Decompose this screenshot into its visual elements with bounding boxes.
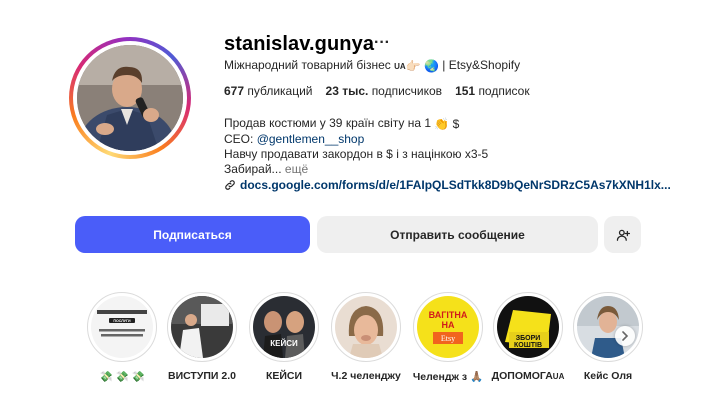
follow-button[interactable]: Подписаться xyxy=(75,216,310,253)
highlight-1-cover-text: ПОСЛУГИ xyxy=(113,319,131,323)
highlight-3[interactable]: КЕЙСИ КЕЙСИ xyxy=(249,292,319,382)
category-suffix: | Etsy&Shopify xyxy=(442,58,521,72)
highlight-5-cover-text-1: ВАГІТНА xyxy=(429,310,468,320)
highlight-1[interactable]: ПОСЛУГИ 💸 💸 💸 xyxy=(87,292,157,383)
highlight-4[interactable]: Ч.2 челенджу xyxy=(331,292,401,382)
profile-avatar[interactable] xyxy=(69,37,191,159)
link-text: docs.google.com/forms/d/e/1FAIpQLSdTkk8D… xyxy=(240,178,671,192)
profile-bio: Продав костюми у 39 країн світу на 1 👏 $… xyxy=(224,116,488,177)
stat-following[interactable]: 151 подписок xyxy=(455,84,530,98)
link-icon xyxy=(225,180,235,190)
category-emoji: 👉🏻 🌏 xyxy=(405,59,439,73)
bio-line-1: Продав костюми у 39 країн світу на 1 👏 $ xyxy=(224,116,460,131)
bio-line-4: Забирай... ещё xyxy=(224,162,309,176)
profile-external-link[interactable]: docs.google.com/forms/d/e/1FAIpQLSdTkk8D… xyxy=(224,178,671,192)
highlight-7[interactable]: Кейс Оля xyxy=(573,292,643,382)
more-options-icon[interactable]: ··· xyxy=(374,34,390,52)
highlight-cover-4 xyxy=(335,296,397,358)
highlight-5[interactable]: ВАГІТНА НА Etsy Челендж з 🙏🏽 xyxy=(413,292,483,383)
highlight-2[interactable]: ВИСТУПИ 2.0 xyxy=(167,292,237,382)
avatar-photo xyxy=(77,45,183,151)
bio-mention-link[interactable]: @gentlemen__shop xyxy=(257,132,365,146)
highlight-cover-6: ЗБОРИ КОШТІВ xyxy=(497,296,559,358)
message-button[interactable]: Отправить сообщение xyxy=(317,216,598,253)
add-person-icon xyxy=(616,229,630,241)
highlight-5-cover-text-2: НА xyxy=(442,320,455,330)
chevron-right-icon xyxy=(622,331,629,341)
highlight-6[interactable]: ЗБОРИ КОШТІВ ДОПОМОГАUA xyxy=(492,292,564,382)
profile-category: Міжнародний товарний бізнес UA👉🏻 🌏 | Ets… xyxy=(224,58,520,73)
highlight-7-label: Кейс Оля xyxy=(583,370,633,382)
profile-stats: 677 публикаций 23 тыс. подписчиков 151 п… xyxy=(224,84,530,98)
highlight-6-cover-text-1: ЗБОРИ xyxy=(516,335,541,342)
highlight-cover-5: ВАГІТНА НА Etsy xyxy=(417,296,479,358)
bio-line-3: Навчу продавати закордон в $ і з націнко… xyxy=(224,147,489,161)
suggest-accounts-button[interactable] xyxy=(604,216,641,253)
highlight-cover-3: КЕЙСИ xyxy=(253,296,315,358)
profile-username: stanislav.gunya xyxy=(224,33,375,55)
stat-posts: 677 публикаций xyxy=(224,84,313,98)
category-flag: UA xyxy=(394,62,406,71)
highlights-next-button[interactable] xyxy=(615,326,635,346)
highlight-cover-1: ПОСЛУГИ xyxy=(91,296,153,358)
highlight-cover-2 xyxy=(171,296,233,358)
bio-more-link[interactable]: ещё xyxy=(285,162,308,176)
bio-line-2: CEO: @gentlemen__shop xyxy=(224,132,365,146)
highlight-3-cover-text: КЕЙСИ xyxy=(270,339,298,348)
highlight-6-cover-text-2: КОШТІВ xyxy=(514,342,542,349)
category-text: Міжнародний товарний бізнес xyxy=(224,58,391,72)
stat-followers[interactable]: 23 тыс. подписчиков xyxy=(326,84,443,98)
highlight-5-cover-text-3: Etsy xyxy=(441,334,455,343)
